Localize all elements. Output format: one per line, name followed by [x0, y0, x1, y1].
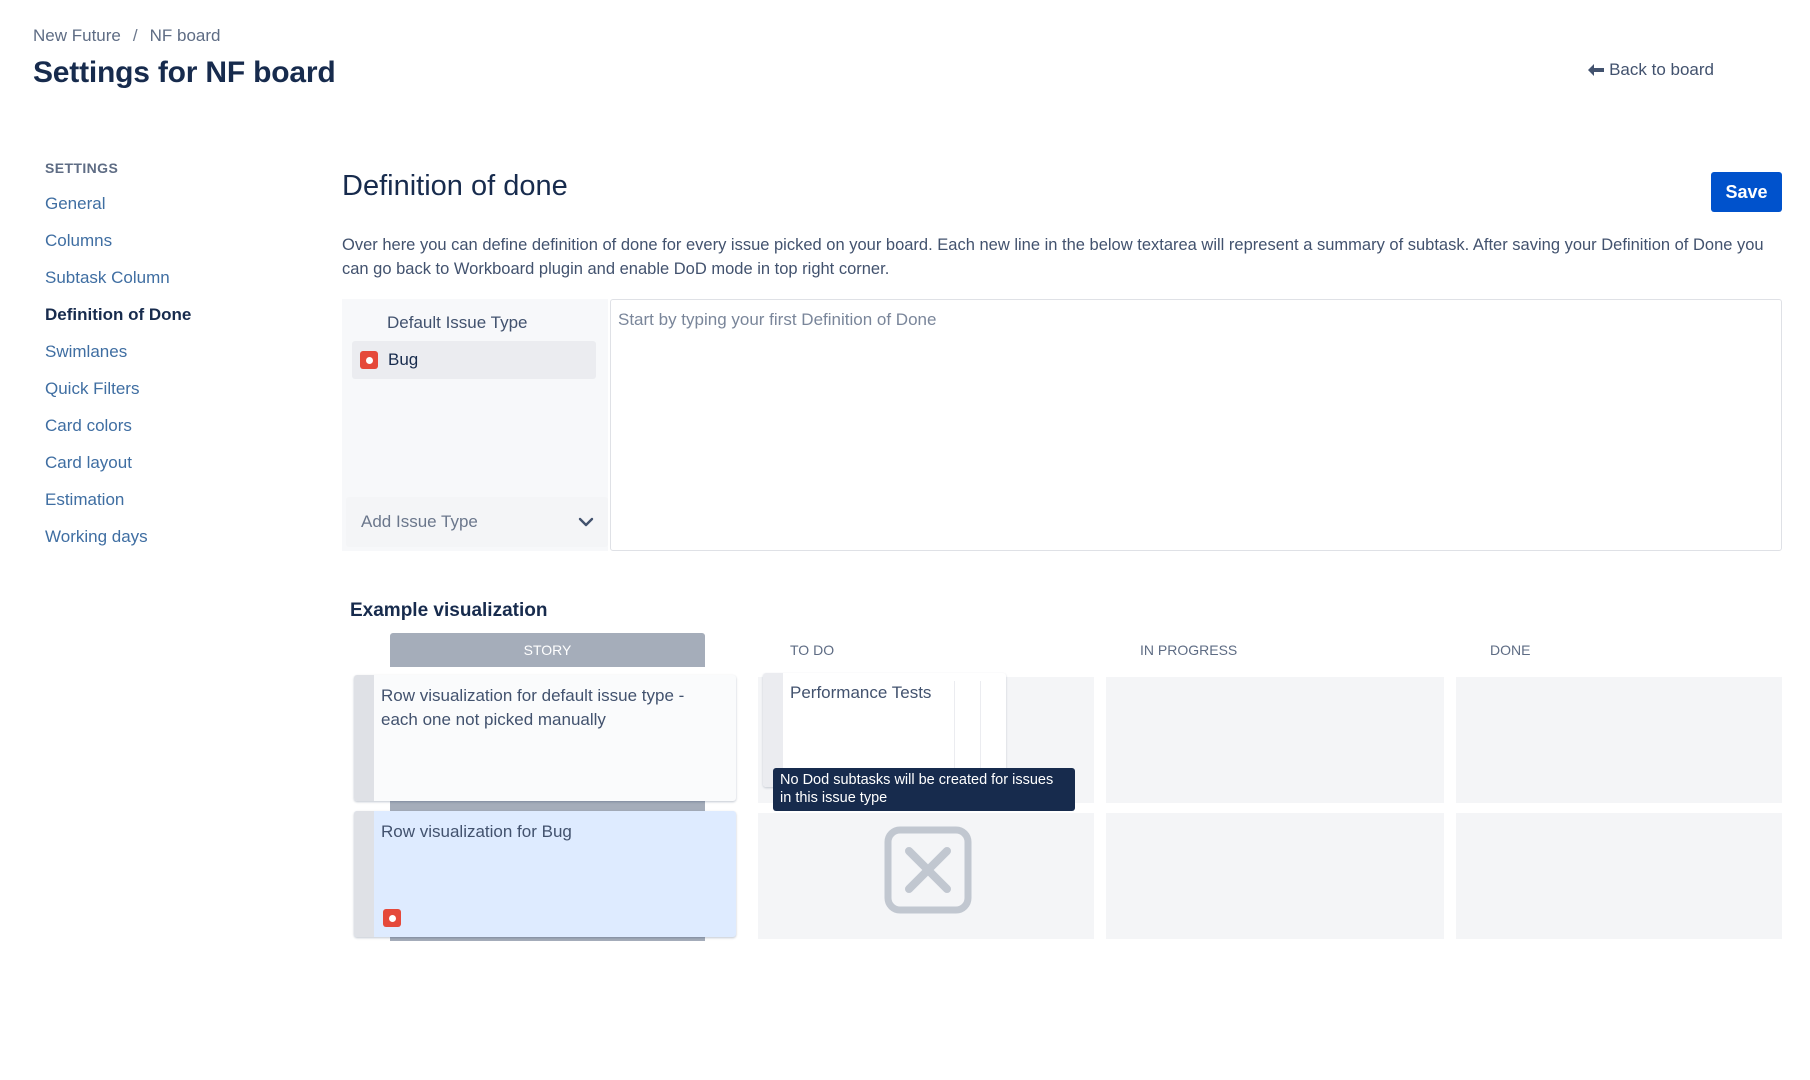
breadcrumb-separator: /: [132, 26, 138, 45]
column-header-done: DONE: [1490, 642, 1531, 658]
row-card-label: Row visualization for default issue type…: [381, 686, 685, 729]
section-title: Definition of done: [342, 170, 568, 202]
breadcrumb: New Future / NF board: [33, 26, 220, 46]
inprogress-cell-default: [1106, 677, 1444, 803]
sidebar-item-card-layout[interactable]: Card layout: [45, 453, 305, 490]
back-to-board-label: Back to board: [1609, 60, 1714, 79]
sidebar-item-card-colors[interactable]: Card colors: [45, 416, 305, 453]
section-description: Over here you can define definition of d…: [342, 236, 1764, 278]
done-cell-default: [1456, 677, 1782, 803]
subtask-card-divider: [980, 681, 981, 781]
sidebar-item-estimation[interactable]: Estimation: [45, 490, 305, 527]
row-card-bug: Row visualization for Bug: [354, 811, 736, 937]
column-header-in-progress: IN PROGRESS: [1140, 642, 1238, 658]
sidebar-item-working-days[interactable]: Working days: [45, 527, 305, 564]
inprogress-cell-bug: [1106, 813, 1444, 939]
definition-of-done-section: Definition of done Save Over here you ca…: [342, 170, 1782, 551]
sidebar-item-swimlanes[interactable]: Swimlanes: [45, 342, 305, 379]
sidebar-item-quick-filters[interactable]: Quick Filters: [45, 379, 305, 416]
settings-sidebar: SETTINGS General Columns Subtask Column …: [45, 160, 305, 564]
page-title: Settings for NF board: [33, 56, 336, 89]
row-card-bar: [354, 811, 374, 937]
no-dod-tooltip: No Dod subtasks will be created for issu…: [773, 768, 1075, 811]
sidebar-item-subtask-column[interactable]: Subtask Column: [45, 268, 305, 305]
add-issue-type-placeholder: Add Issue Type: [361, 512, 478, 531]
arrow-left-icon: [1588, 64, 1605, 76]
row-card-label: Row visualization for Bug: [381, 822, 572, 841]
breadcrumb-board[interactable]: NF board: [150, 26, 221, 46]
issue-type-item-bug[interactable]: Bug: [352, 341, 596, 379]
sidebar-item-definition-of-done[interactable]: Definition of Done: [45, 305, 305, 342]
save-button[interactable]: Save: [1711, 172, 1782, 212]
column-header-to-do: TO DO: [790, 642, 835, 658]
subtask-card-divider: [954, 681, 955, 781]
issue-type-panel: Default Issue Type Bug Add Issue Type: [342, 299, 608, 551]
subtask-card-label: Performance Tests: [790, 683, 932, 702]
sidebar-item-columns[interactable]: Columns: [45, 231, 305, 268]
done-cell-bug: [1456, 813, 1782, 939]
bug-icon: [360, 351, 378, 369]
row-card-default: Row visualization for default issue type…: [354, 675, 736, 801]
issue-type-label: Bug: [388, 350, 419, 369]
visualization-title: Example visualization: [350, 600, 548, 621]
dod-editor: Default Issue Type Bug Add Issue Type: [342, 299, 1782, 551]
chevron-down-icon: [578, 517, 594, 527]
row-card-bar: [354, 675, 374, 801]
back-to-board-link[interactable]: Back to board: [1587, 60, 1714, 80]
sidebar-heading: SETTINGS: [45, 160, 119, 176]
bug-icon: [383, 909, 401, 927]
add-issue-type-select[interactable]: Add Issue Type: [346, 497, 608, 547]
breadcrumb-project[interactable]: New Future: [33, 26, 121, 46]
default-issue-type-label[interactable]: Default Issue Type: [387, 313, 528, 333]
sidebar-item-general[interactable]: General: [45, 194, 305, 231]
column-header-story: STORY: [390, 633, 705, 667]
close-box-icon: [884, 826, 972, 914]
example-visualization: STORY TO DO IN PROGRESS DONE Row visuali…: [350, 633, 1782, 943]
dod-textarea[interactable]: [610, 299, 1782, 551]
